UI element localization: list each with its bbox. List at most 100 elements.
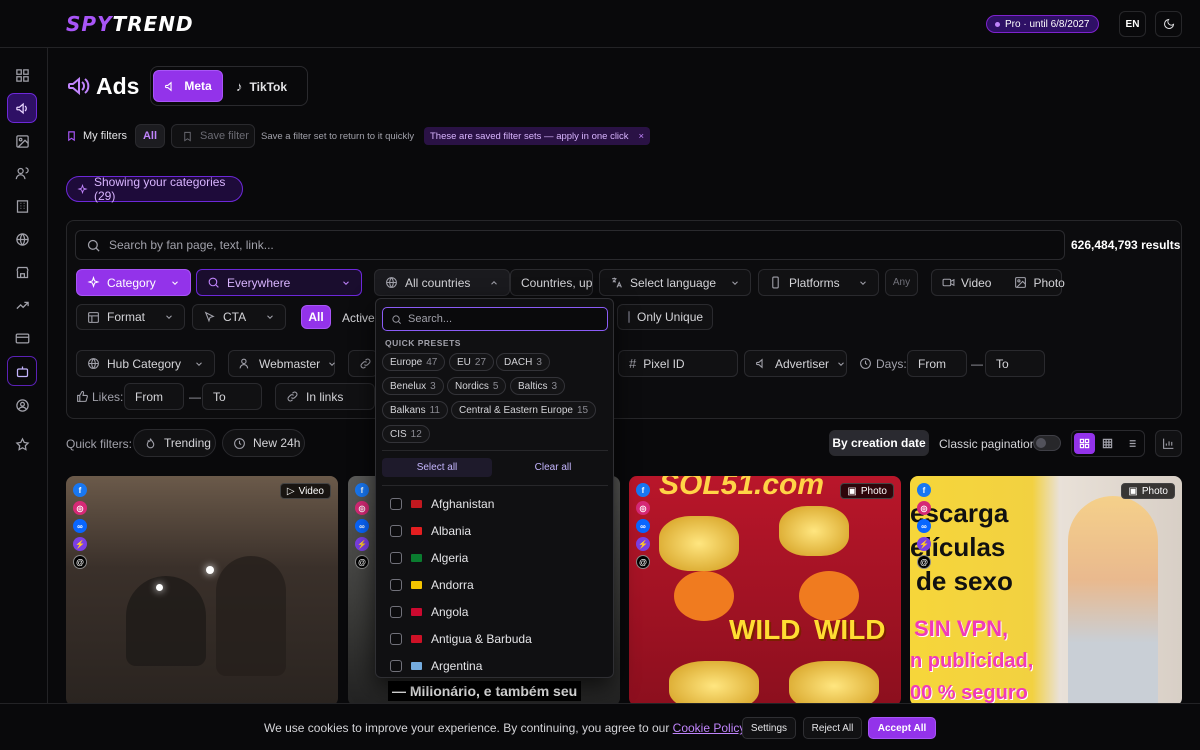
tab-tiktok[interactable]: ♪ TikTok: [236, 79, 287, 94]
countries-mode-dropdown[interactable]: Countries, up: [510, 269, 593, 296]
sidebar-item-dashboard[interactable]: [7, 60, 37, 90]
filter-hint: Save a filter set to return to it quickl…: [261, 131, 415, 142]
sidebar-item-ads[interactable]: [7, 93, 37, 123]
trending-filter-button[interactable]: Trending: [133, 429, 216, 457]
likes-from-input[interactable]: From: [124, 383, 184, 410]
reject-all-button[interactable]: Reject All: [803, 717, 862, 739]
sidebar-item-creatives[interactable]: [7, 126, 37, 156]
ad-card[interactable]: ▷ Video f ◎ ∞ ⚡ @: [66, 476, 338, 706]
logo[interactable]: SPYTREND: [66, 13, 194, 35]
cookie-settings-button[interactable]: Settings: [742, 717, 796, 739]
country-option[interactable]: Andorra: [390, 575, 474, 595]
users-icon: [15, 166, 29, 179]
pixel-id-input[interactable]: # Pixel ID: [618, 350, 738, 377]
sort-by-creation-button[interactable]: By creation date: [829, 430, 929, 456]
close-icon[interactable]: ×: [638, 131, 644, 142]
stats-button[interactable]: [1155, 430, 1182, 457]
link-filter[interactable]: [348, 350, 378, 377]
categories-badge[interactable]: Showing your categories (29): [66, 175, 243, 203]
country-option[interactable]: Algeria: [390, 548, 468, 568]
platforms-dropdown[interactable]: Platforms: [758, 269, 879, 296]
country-option[interactable]: Antigua & Barbuda: [390, 629, 532, 649]
sidebar-item-favorites[interactable]: [7, 429, 37, 459]
ad-image: [126, 576, 206, 666]
format-dropdown[interactable]: Format: [76, 304, 185, 330]
checkbox[interactable]: [390, 633, 402, 645]
sidebar-item-shops[interactable]: [7, 257, 37, 287]
hash-icon: #: [629, 356, 637, 371]
ad-card[interactable]: SOL51.com WILD WILD ▣ Photo f ◎ ∞ ⚡ @: [629, 476, 901, 706]
accept-all-button[interactable]: Accept All: [868, 717, 936, 739]
preset-chip-central-eastern-europe[interactable]: Central & Eastern Europe 15: [451, 401, 597, 419]
country-search-input[interactable]: Search...: [382, 307, 608, 331]
countries-dropdown[interactable]: All countries: [374, 269, 510, 296]
ad-image: [789, 661, 879, 706]
country-option[interactable]: Angola: [390, 602, 468, 622]
search-input[interactable]: Search by fan page, text, link...: [75, 230, 1065, 260]
preset-chip-balkans[interactable]: Balkans 11: [382, 401, 448, 419]
any-toggle[interactable]: Any: [885, 269, 918, 296]
status-active-toggle[interactable]: Active: [342, 311, 375, 325]
language-dropdown[interactable]: Select language: [599, 269, 751, 296]
preset-chip-dach[interactable]: DACH 3: [496, 353, 550, 371]
sidebar-item-companies[interactable]: [7, 191, 37, 221]
advertiser-dropdown[interactable]: Advertiser: [744, 350, 847, 377]
select-all-button[interactable]: Select all: [382, 458, 492, 477]
checkbox[interactable]: [390, 660, 402, 672]
preset-chip-baltics[interactable]: Baltics 3: [510, 377, 566, 395]
sidebar-item-trends[interactable]: [7, 290, 37, 320]
preset-chip-europe[interactable]: Europe 47: [382, 353, 446, 371]
filter-set-all[interactable]: All: [135, 124, 165, 148]
classic-pagination-toggle[interactable]: [1033, 435, 1061, 451]
sidebar-item-geo[interactable]: [7, 224, 37, 254]
sidebar: [0, 48, 48, 750]
days-from-input[interactable]: From: [907, 350, 967, 377]
video-filter-button[interactable]: Video: [932, 276, 1001, 290]
country-option[interactable]: Argentina: [390, 656, 482, 676]
preset-chip-eu[interactable]: EU 27: [449, 353, 495, 371]
country-option[interactable]: Afghanistan: [390, 494, 494, 514]
theme-toggle-button[interactable]: [1155, 11, 1182, 37]
divider: [382, 450, 608, 451]
view-grid-small-button[interactable]: [1097, 433, 1118, 454]
sidebar-item-billing[interactable]: [7, 323, 37, 353]
ad-card[interactable]: escarga elículas de sexo SIN VPN, n publ…: [910, 476, 1182, 706]
cta-dropdown[interactable]: CTA: [192, 304, 286, 330]
photo-filter-button[interactable]: Photo: [1008, 276, 1070, 290]
save-filter-button[interactable]: Save filter: [171, 124, 255, 148]
country-option[interactable]: Albania: [390, 521, 471, 541]
category-dropdown[interactable]: Category: [76, 269, 191, 296]
status-all-toggle[interactable]: All: [301, 305, 331, 329]
search-scope-dropdown[interactable]: Everywhere: [196, 269, 362, 296]
checkbox[interactable]: [390, 525, 402, 537]
grid-small-icon: [1103, 438, 1113, 449]
account-icon: [15, 398, 29, 412]
threads-icon: @: [917, 555, 931, 569]
checkbox[interactable]: [390, 552, 402, 564]
checkbox[interactable]: [390, 606, 402, 618]
view-grid-large-button[interactable]: [1074, 433, 1096, 454]
sidebar-item-users[interactable]: [7, 158, 37, 188]
ad-image-text: WILD: [729, 614, 801, 645]
view-list-button[interactable]: [1121, 433, 1142, 454]
sidebar-item-account[interactable]: [7, 390, 37, 420]
preset-chip-nordics[interactable]: Nordics 5: [447, 377, 507, 395]
clear-all-button[interactable]: Clear all: [498, 458, 608, 477]
webmaster-dropdown[interactable]: Webmaster: [228, 350, 336, 377]
sidebar-item-bot[interactable]: [7, 356, 37, 386]
pro-badge[interactable]: Pro · until 6/8/2027: [986, 15, 1099, 33]
pointer-icon: [204, 311, 215, 322]
language-button[interactable]: EN: [1119, 11, 1146, 37]
checkbox[interactable]: [390, 579, 402, 591]
cookie-policy-link[interactable]: Cookie Policy: [673, 721, 745, 735]
only-unique-checkbox[interactable]: Only Unique: [617, 304, 713, 330]
tab-meta[interactable]: Meta: [153, 70, 223, 102]
checkbox[interactable]: [390, 498, 402, 510]
likes-to-input[interactable]: To: [202, 383, 262, 410]
hub-category-dropdown[interactable]: Hub Category: [76, 350, 215, 377]
new-24h-filter-button[interactable]: New 24h: [222, 429, 305, 457]
in-links-input[interactable]: In links: [275, 383, 375, 410]
preset-chip-cis[interactable]: CIS 12: [382, 425, 430, 443]
days-to-input[interactable]: To: [985, 350, 1045, 377]
preset-chip-benelux[interactable]: Benelux 3: [382, 377, 444, 395]
